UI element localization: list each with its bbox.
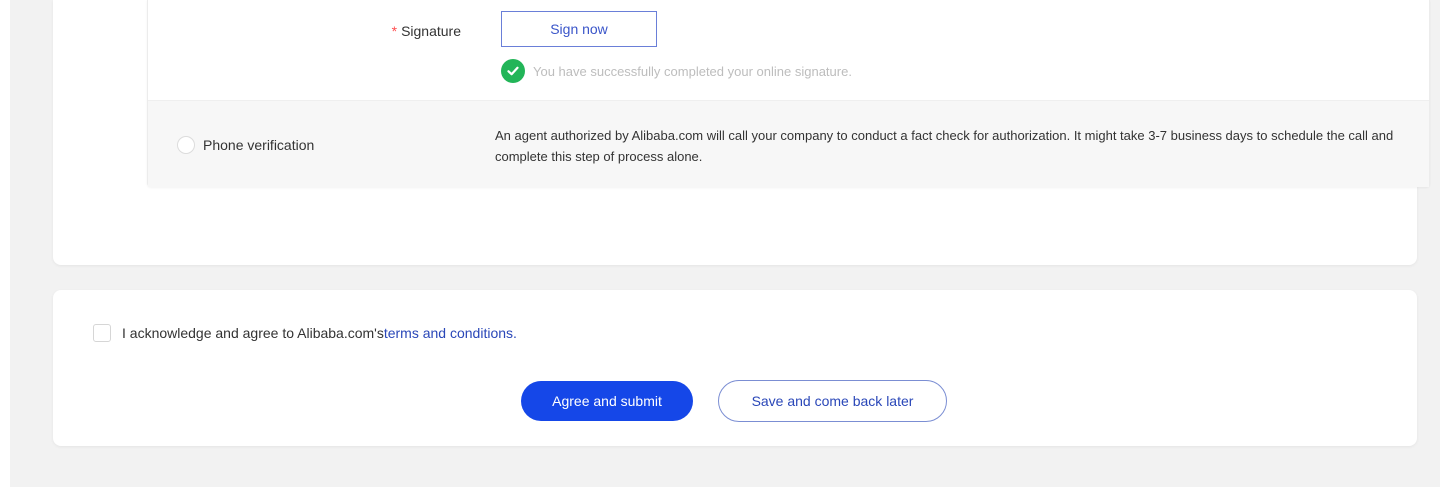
check-circle-icon xyxy=(501,59,525,83)
signature-label-text: Signature xyxy=(401,23,461,39)
terms-checkbox[interactable] xyxy=(93,324,111,342)
signature-label: * Signature xyxy=(392,23,461,39)
acknowledgement-row: I acknowledge and agree to Alibaba.com's… xyxy=(93,324,517,342)
terms-link[interactable]: terms and conditions. xyxy=(384,325,517,341)
save-and-come-back-later-button[interactable]: Save and come back later xyxy=(718,380,947,422)
phone-verification-option[interactable]: Phone verification An agent authorized b… xyxy=(148,100,1429,187)
acknowledgement-text: I acknowledge and agree to Alibaba.com's xyxy=(122,325,384,341)
verification-card: * Signature Sign now You have successfull… xyxy=(53,0,1430,265)
agree-and-submit-button[interactable]: Agree and submit xyxy=(521,381,693,421)
submit-card: I acknowledge and agree to Alibaba.com's… xyxy=(53,290,1417,446)
verification-options: * Signature Sign now You have successfull… xyxy=(147,0,1430,187)
signature-success-message: You have successfully completed your onl… xyxy=(501,58,852,84)
phone-verification-description: An agent authorized by Alibaba.com will … xyxy=(495,128,1394,164)
success-text: You have successfully completed your onl… xyxy=(533,63,852,79)
phone-verification-radio[interactable] xyxy=(177,136,195,154)
phone-verification-label[interactable]: Phone verification xyxy=(203,137,314,153)
sign-now-button[interactable]: Sign now xyxy=(501,11,657,47)
required-mark: * xyxy=(391,23,398,39)
